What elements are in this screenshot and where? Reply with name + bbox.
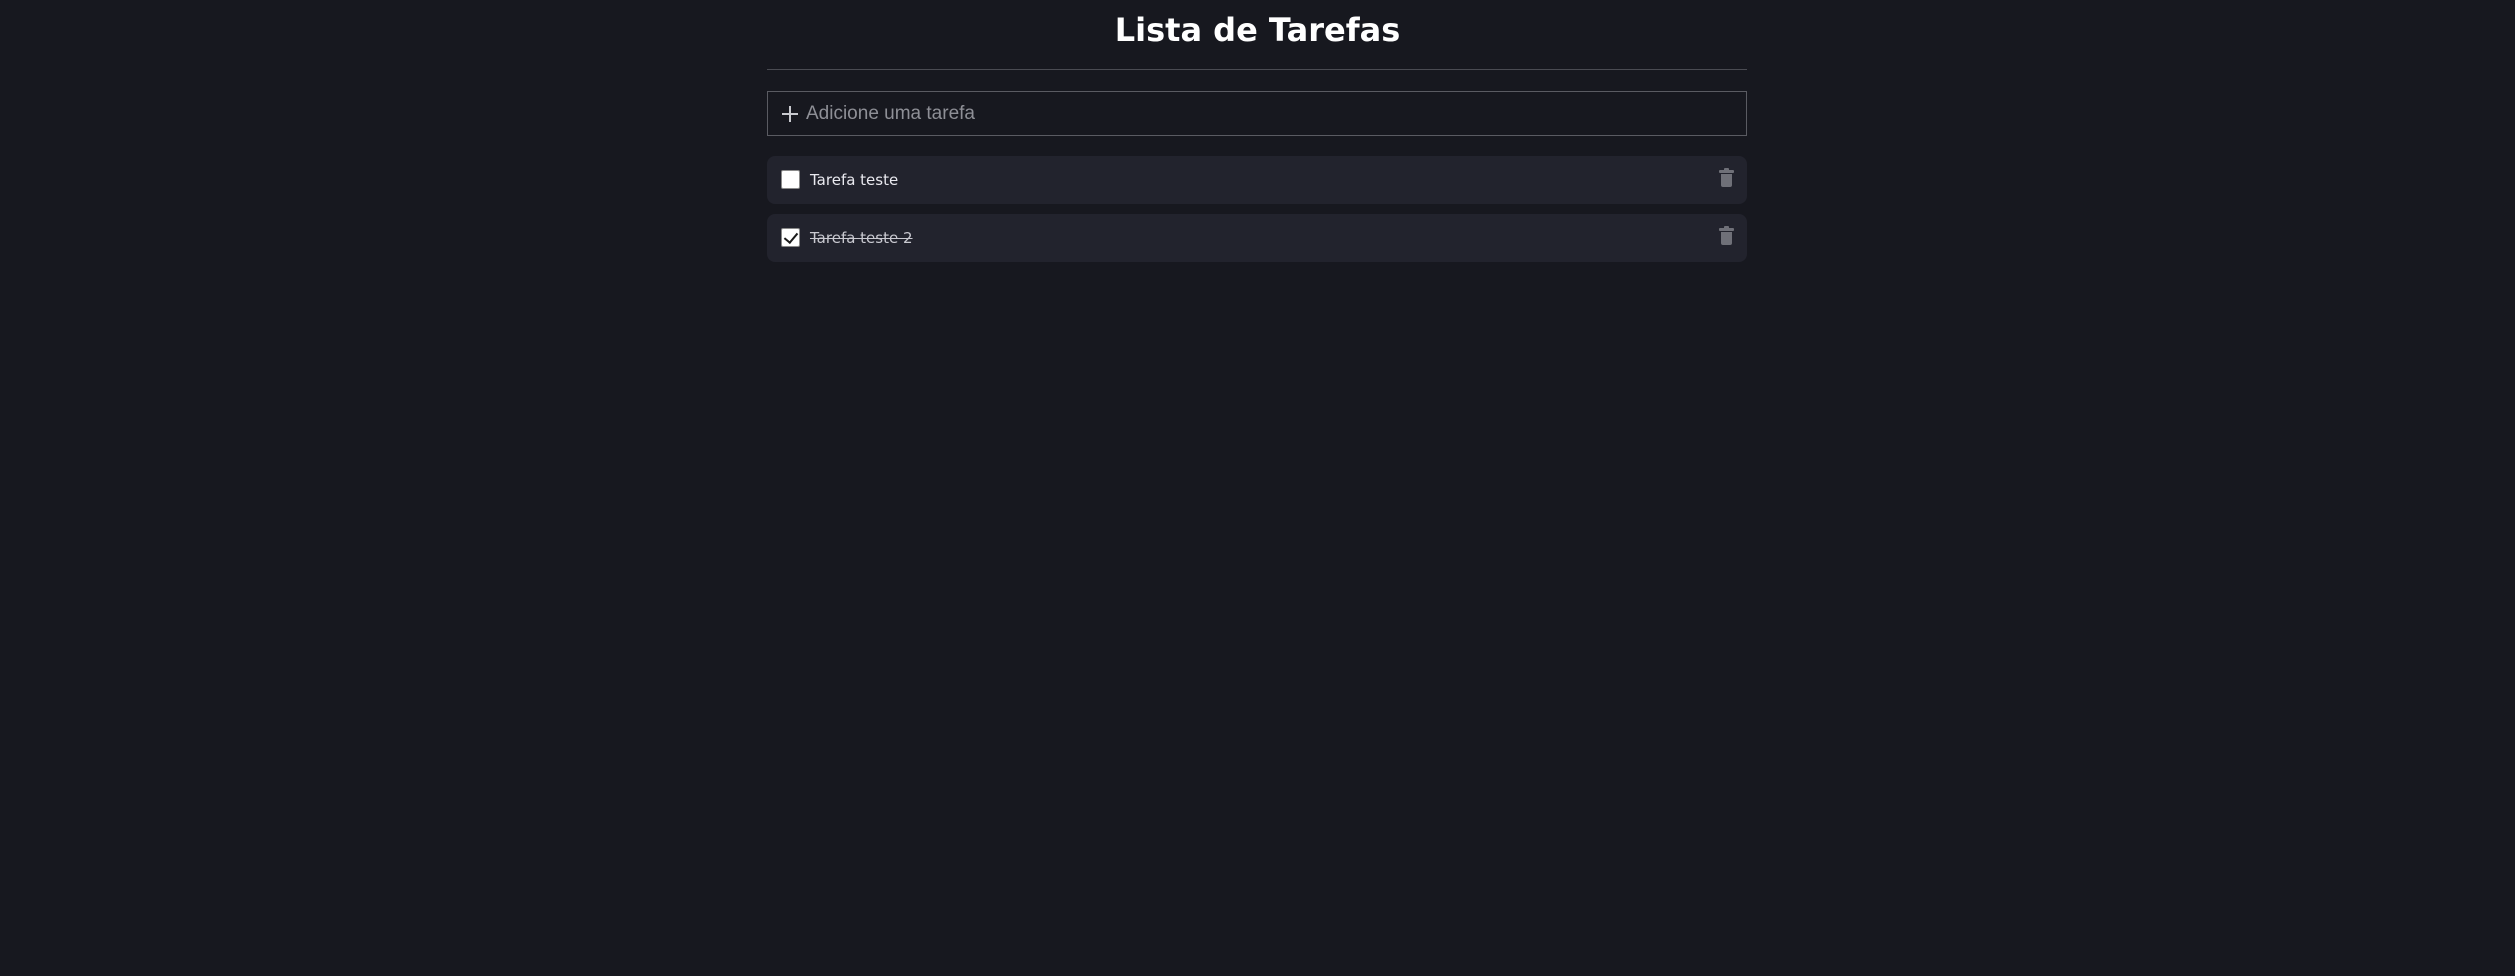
title-divider [767,69,1747,70]
trash-icon-lid [1719,170,1734,173]
trash-icon[interactable] [1719,226,1734,246]
task-label: Tarefa teste 2 [810,229,913,247]
trash-icon-can [1721,174,1732,187]
trash-icon-can [1721,232,1732,245]
trash-icon[interactable] [1719,168,1734,188]
task-label: Tarefa teste [810,171,899,189]
add-task-input[interactable] [806,92,1726,135]
task-item: Tarefa teste 2 [767,214,1747,262]
task-checkbox[interactable] [781,228,800,247]
add-task-bar[interactable] [767,91,1747,136]
trash-icon-lid [1719,228,1734,231]
plus-icon[interactable] [782,106,798,122]
task-checkbox[interactable] [781,170,800,189]
page-title: Lista de Tarefas [1114,11,1401,49]
task-item: Tarefa teste [767,156,1747,204]
task-list-app: Lista de Tarefas Tarefa teste Tarefa tes… [0,0,2515,976]
